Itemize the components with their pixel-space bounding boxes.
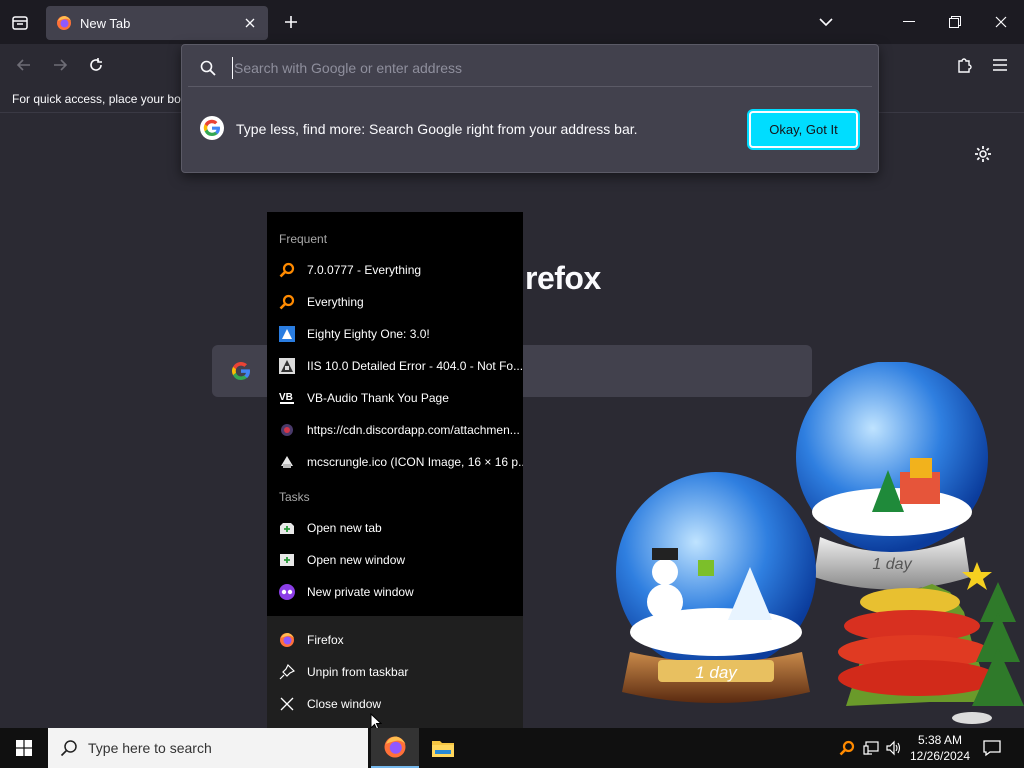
snow-globe-decoration: 1 day 1 day bbox=[616, 362, 1024, 724]
firefox-icon bbox=[279, 632, 295, 648]
firefox-view-icon bbox=[12, 16, 28, 30]
svg-text:1 day: 1 day bbox=[872, 556, 912, 573]
jump-list-item[interactable]: VB VB-Audio Thank You Page bbox=[267, 382, 523, 414]
everything-icon bbox=[279, 262, 295, 278]
tab-title: New Tab bbox=[80, 15, 131, 31]
back-button[interactable] bbox=[10, 51, 38, 79]
urlbar-dropdown: Type less, find more: Search Google righ… bbox=[181, 44, 879, 173]
forward-arrow-icon bbox=[54, 59, 68, 71]
url-input[interactable] bbox=[232, 57, 852, 79]
clock-date: 12/26/2024 bbox=[909, 749, 971, 763]
taskbar-firefox-button[interactable] bbox=[371, 728, 419, 768]
firefox-wordmark: refox bbox=[525, 260, 601, 296]
taskbar-clock[interactable]: 5:38 AM 12/26/2024 bbox=[908, 732, 972, 764]
urlbar-tip-text: Type less, find more: Search Google righ… bbox=[236, 121, 638, 137]
start-button[interactable] bbox=[0, 728, 48, 768]
clock-time: 5:38 AM bbox=[917, 733, 963, 747]
search-icon bbox=[200, 60, 216, 76]
plus-icon bbox=[285, 16, 297, 28]
window-close-button[interactable] bbox=[978, 6, 1024, 38]
chevron-down-icon bbox=[819, 18, 833, 27]
reload-icon bbox=[90, 58, 102, 71]
restore-button[interactable] bbox=[932, 6, 978, 38]
jump-list-item[interactable]: 7.0.0777 - Everything bbox=[267, 254, 523, 286]
jump-list-item[interactable]: IIS 10.0 Detailed Error - 404.0 - Not Fo… bbox=[267, 350, 523, 382]
everything-icon bbox=[279, 294, 295, 310]
back-arrow-icon bbox=[16, 59, 30, 71]
firefox-view-button[interactable] bbox=[6, 9, 34, 37]
site-icon bbox=[279, 326, 295, 342]
jump-list-task[interactable]: Open new tab bbox=[267, 512, 523, 544]
svg-text:VB: VB bbox=[279, 392, 293, 403]
app-menu-button[interactable] bbox=[986, 51, 1014, 79]
close-icon bbox=[245, 18, 255, 28]
tasks-heading: Tasks bbox=[279, 490, 310, 504]
taskbar-search-box[interactable]: Type here to search bbox=[48, 728, 368, 768]
taskbar-file-explorer-button[interactable] bbox=[419, 728, 467, 768]
tab-strip: New Tab bbox=[0, 0, 1024, 44]
image-icon bbox=[279, 454, 295, 470]
volume-icon bbox=[886, 740, 901, 756]
windows-taskbar: Type here to search 5:38 AM 12/26/2024 bbox=[0, 728, 1024, 768]
frequent-heading: Frequent bbox=[279, 232, 328, 246]
okay-got-it-button[interactable]: Okay, Got It bbox=[749, 111, 858, 148]
taskbar-search-placeholder: Type here to search bbox=[88, 740, 212, 756]
discord-icon bbox=[279, 422, 295, 438]
new-window-icon bbox=[279, 552, 295, 568]
jump-list-item[interactable]: https://cdn.discordapp.com/attachmen... bbox=[267, 414, 523, 446]
firefox-icon bbox=[57, 16, 71, 30]
jump-list-close-window[interactable]: Close window bbox=[267, 688, 523, 720]
vb-audio-icon: VB bbox=[279, 390, 295, 406]
minimize-icon bbox=[903, 21, 915, 22]
jump-list-item[interactable]: Eighty Eighty One: 3.0! bbox=[267, 318, 523, 350]
minimize-button[interactable] bbox=[886, 6, 932, 38]
network-icon bbox=[863, 741, 879, 755]
tray-everything-icon[interactable] bbox=[838, 738, 856, 758]
google-icon bbox=[200, 116, 224, 140]
reload-button[interactable] bbox=[82, 51, 110, 79]
search-icon bbox=[60, 740, 77, 757]
private-window-icon bbox=[279, 584, 295, 600]
windows-logo-icon bbox=[16, 740, 32, 756]
action-center-button[interactable] bbox=[980, 737, 1004, 759]
new-tab-icon bbox=[279, 520, 295, 536]
urlbar bbox=[188, 49, 872, 87]
gear-icon bbox=[975, 146, 991, 162]
extensions-button[interactable] bbox=[950, 51, 978, 79]
tray-network-icon[interactable] bbox=[862, 738, 880, 758]
forward-button[interactable] bbox=[46, 51, 74, 79]
hamburger-menu-icon bbox=[993, 59, 1007, 71]
jump-list-task[interactable]: New private window bbox=[267, 576, 523, 608]
unpin-icon bbox=[279, 664, 295, 680]
tab-new-tab[interactable]: New Tab bbox=[46, 6, 268, 40]
everything-icon bbox=[839, 740, 855, 756]
svg-text:1 day: 1 day bbox=[695, 663, 738, 682]
jump-list-task[interactable]: Open new window bbox=[267, 544, 523, 576]
jump-list-launch-firefox[interactable]: Firefox bbox=[267, 624, 523, 656]
puzzle-icon bbox=[958, 58, 972, 73]
notification-icon bbox=[983, 740, 1001, 757]
jump-list-item[interactable]: Everything bbox=[267, 286, 523, 318]
google-icon bbox=[232, 362, 251, 380]
tab-close-button[interactable] bbox=[240, 13, 260, 33]
firefox-icon bbox=[384, 736, 406, 758]
tray-volume-icon[interactable] bbox=[885, 738, 903, 758]
restore-icon bbox=[949, 16, 961, 28]
jump-list-app-section: Firefox Unpin from taskbar Close window bbox=[267, 616, 523, 728]
folder-icon bbox=[432, 741, 454, 757]
jump-list-item[interactable]: mcscrungle.ico (ICON Image, 16 × 16 p... bbox=[267, 446, 523, 478]
close-icon bbox=[995, 16, 1007, 28]
bookmarks-empty-message: For quick access, place your boo bbox=[12, 92, 188, 106]
taskbar-jump-list: Frequent 7.0.0777 - Everything Everythin… bbox=[267, 212, 523, 616]
close-icon bbox=[279, 696, 295, 712]
iis-icon bbox=[279, 358, 295, 374]
list-all-tabs-button[interactable] bbox=[812, 8, 840, 36]
new-tab-button[interactable] bbox=[277, 8, 305, 36]
newtab-settings-button[interactable] bbox=[972, 143, 994, 165]
jump-list-unpin[interactable]: Unpin from taskbar bbox=[267, 656, 523, 688]
